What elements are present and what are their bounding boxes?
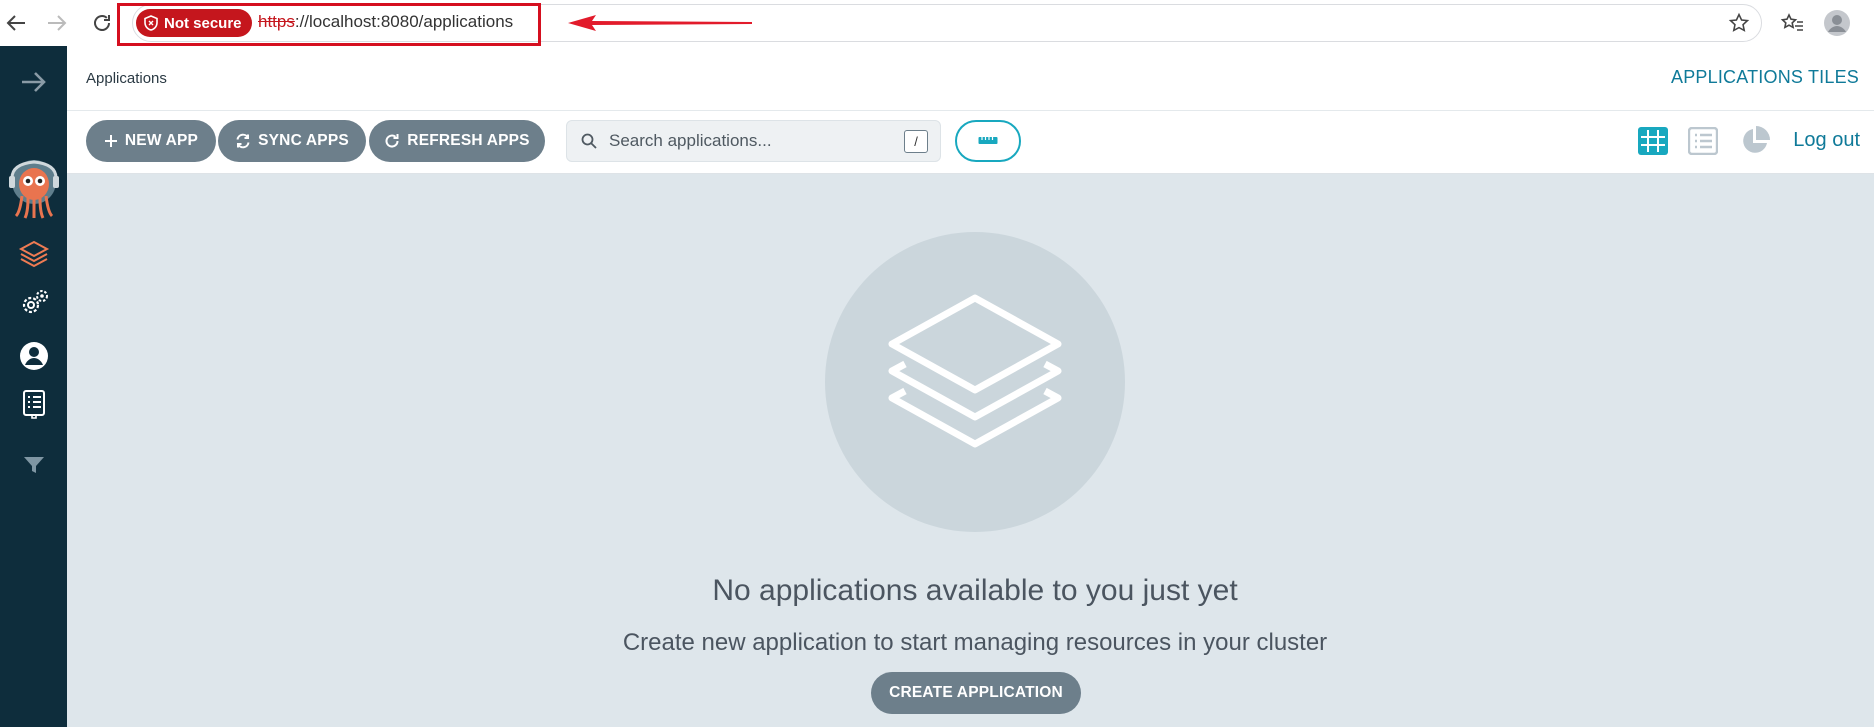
star-icon <box>1728 12 1750 32</box>
tiles-view-button[interactable] <box>1635 124 1671 158</box>
search-shortcut-key: / <box>904 130 928 153</box>
sidebar-expand-button[interactable] <box>0 62 67 102</box>
back-arrow-icon <box>6 15 25 31</box>
list-view-button[interactable] <box>1685 124 1721 158</box>
forward-button[interactable] <box>41 8 73 38</box>
not-secure-badge[interactable]: Not secure <box>136 9 252 37</box>
bookmark-star-button[interactable] <box>1723 8 1755 38</box>
filter-funnel-icon <box>23 457 44 473</box>
view-title: APPLICATIONS TILES <box>1671 67 1859 87</box>
refresh-icon <box>385 134 399 148</box>
empty-state-subtitle: Create new application to start managing… <box>622 629 1328 656</box>
sidebar-filter-button[interactable] <box>0 445 67 485</box>
user-circle-icon <box>19 342 48 370</box>
empty-state-illustration <box>825 232 1125 532</box>
layers-stack-icon <box>888 294 1062 448</box>
sidebar-item-settings[interactable] <box>0 284 67 324</box>
arrow-right-icon <box>21 72 46 92</box>
reload-button[interactable] <box>86 8 118 38</box>
page-header: Applications APPLICATIONS TILES <box>67 46 1874 111</box>
grid-tiles-icon <box>1638 127 1668 155</box>
back-button[interactable] <box>0 8 32 38</box>
argo-octopus-logo-icon <box>8 160 59 219</box>
sync-apps-label: SYNC APPS <box>258 132 349 149</box>
not-secure-label: Not secure <box>164 14 242 32</box>
applications-main: No applications available to you just ye… <box>67 174 1874 727</box>
sidebar-item-user-info[interactable] <box>0 336 67 376</box>
applications-toolbar: NEW APP SYNC APPS REFRESH APPS / Log out <box>67 111 1874 174</box>
ruler-icon <box>978 137 998 144</box>
create-application-button[interactable]: CREATE APPLICATION <box>871 672 1081 714</box>
refresh-apps-label: REFRESH APPS <box>407 132 530 149</box>
sync-icon <box>236 133 250 149</box>
favorites-list-icon <box>1780 13 1803 31</box>
page-title: Applications <box>86 70 167 87</box>
sidebar-item-documentation[interactable] <box>0 384 67 424</box>
reload-icon <box>94 15 110 31</box>
profile-button[interactable] <box>1820 8 1854 38</box>
url-path: ://localhost:8080/applications <box>294 12 514 31</box>
favorites-button[interactable] <box>1776 8 1808 38</box>
url-scheme: https <box>258 12 295 31</box>
sidebar-item-applications[interactable] <box>0 234 67 274</box>
argo-logo[interactable] <box>0 150 67 226</box>
logout-link[interactable]: Log out <box>1793 129 1860 152</box>
profile-avatar-icon <box>1824 10 1850 36</box>
ruler-toggle-button[interactable] <box>955 120 1021 162</box>
summary-view-button[interactable] <box>1737 124 1773 158</box>
refresh-apps-button[interactable]: REFRESH APPS <box>369 120 545 162</box>
search-input[interactable] <box>609 131 889 151</box>
gears-icon <box>22 290 48 314</box>
shield-warning-icon <box>144 15 158 31</box>
plus-icon <box>104 135 117 147</box>
list-icon <box>1688 127 1718 155</box>
new-app-label: NEW APP <box>124 132 199 149</box>
pie-chart-icon <box>1743 126 1770 153</box>
new-app-button[interactable]: NEW APP <box>86 120 216 162</box>
search-icon <box>581 133 597 149</box>
browser-toolbar: Not secure https://localhost:8080/applic… <box>0 0 1874 46</box>
empty-state-title: No applications available to you just ye… <box>712 574 1238 607</box>
url-text[interactable]: https://localhost:8080/applications <box>258 12 513 32</box>
red-arrow-annotation <box>568 15 752 31</box>
sidebar <box>0 46 67 727</box>
forward-arrow-icon <box>48 15 67 31</box>
sync-apps-button[interactable]: SYNC APPS <box>218 120 366 162</box>
document-list-icon <box>22 390 45 419</box>
search-box[interactable]: / <box>566 120 941 162</box>
layers-icon <box>18 240 49 268</box>
